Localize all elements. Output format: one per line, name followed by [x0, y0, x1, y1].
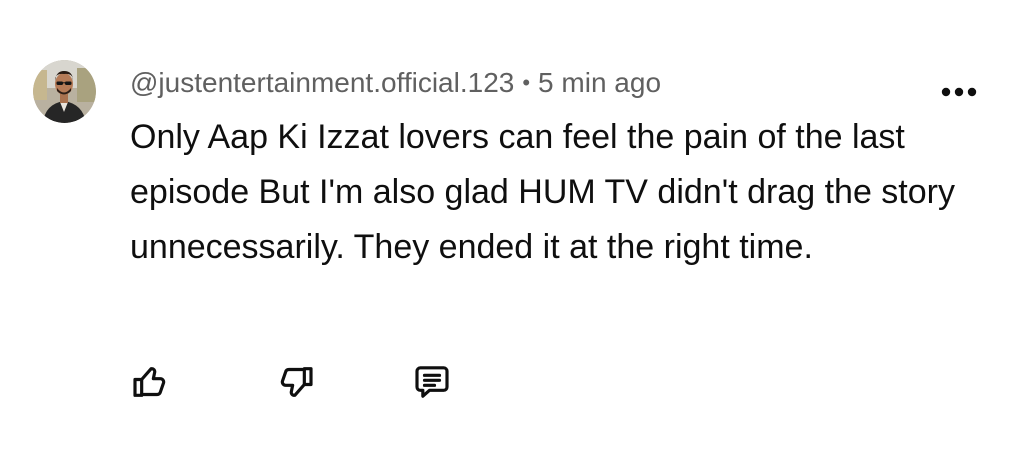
more-vert-icon[interactable]	[938, 82, 980, 102]
user-avatar[interactable]	[33, 60, 96, 123]
comment-actions	[0, 358, 1024, 408]
comment-item: @justentertainment.official.123 • 5 min …	[0, 0, 1024, 453]
meta-separator: •	[522, 70, 531, 95]
comment-text: Only Aap Ki Izzat lovers can feel the pa…	[130, 118, 955, 266]
dislike-button[interactable]	[272, 358, 320, 406]
reply-button[interactable]	[408, 358, 456, 406]
comment-reply-icon	[415, 366, 449, 398]
comment-meta: @justentertainment.official.123 • 5 min …	[130, 63, 661, 103]
thumbs-up-icon	[133, 367, 166, 397]
thumbs-down-icon	[280, 367, 313, 397]
comment-author[interactable]: @justentertainment.official.123	[130, 67, 514, 99]
like-button[interactable]	[126, 358, 174, 406]
comment-time: 5 min ago	[538, 67, 662, 98]
